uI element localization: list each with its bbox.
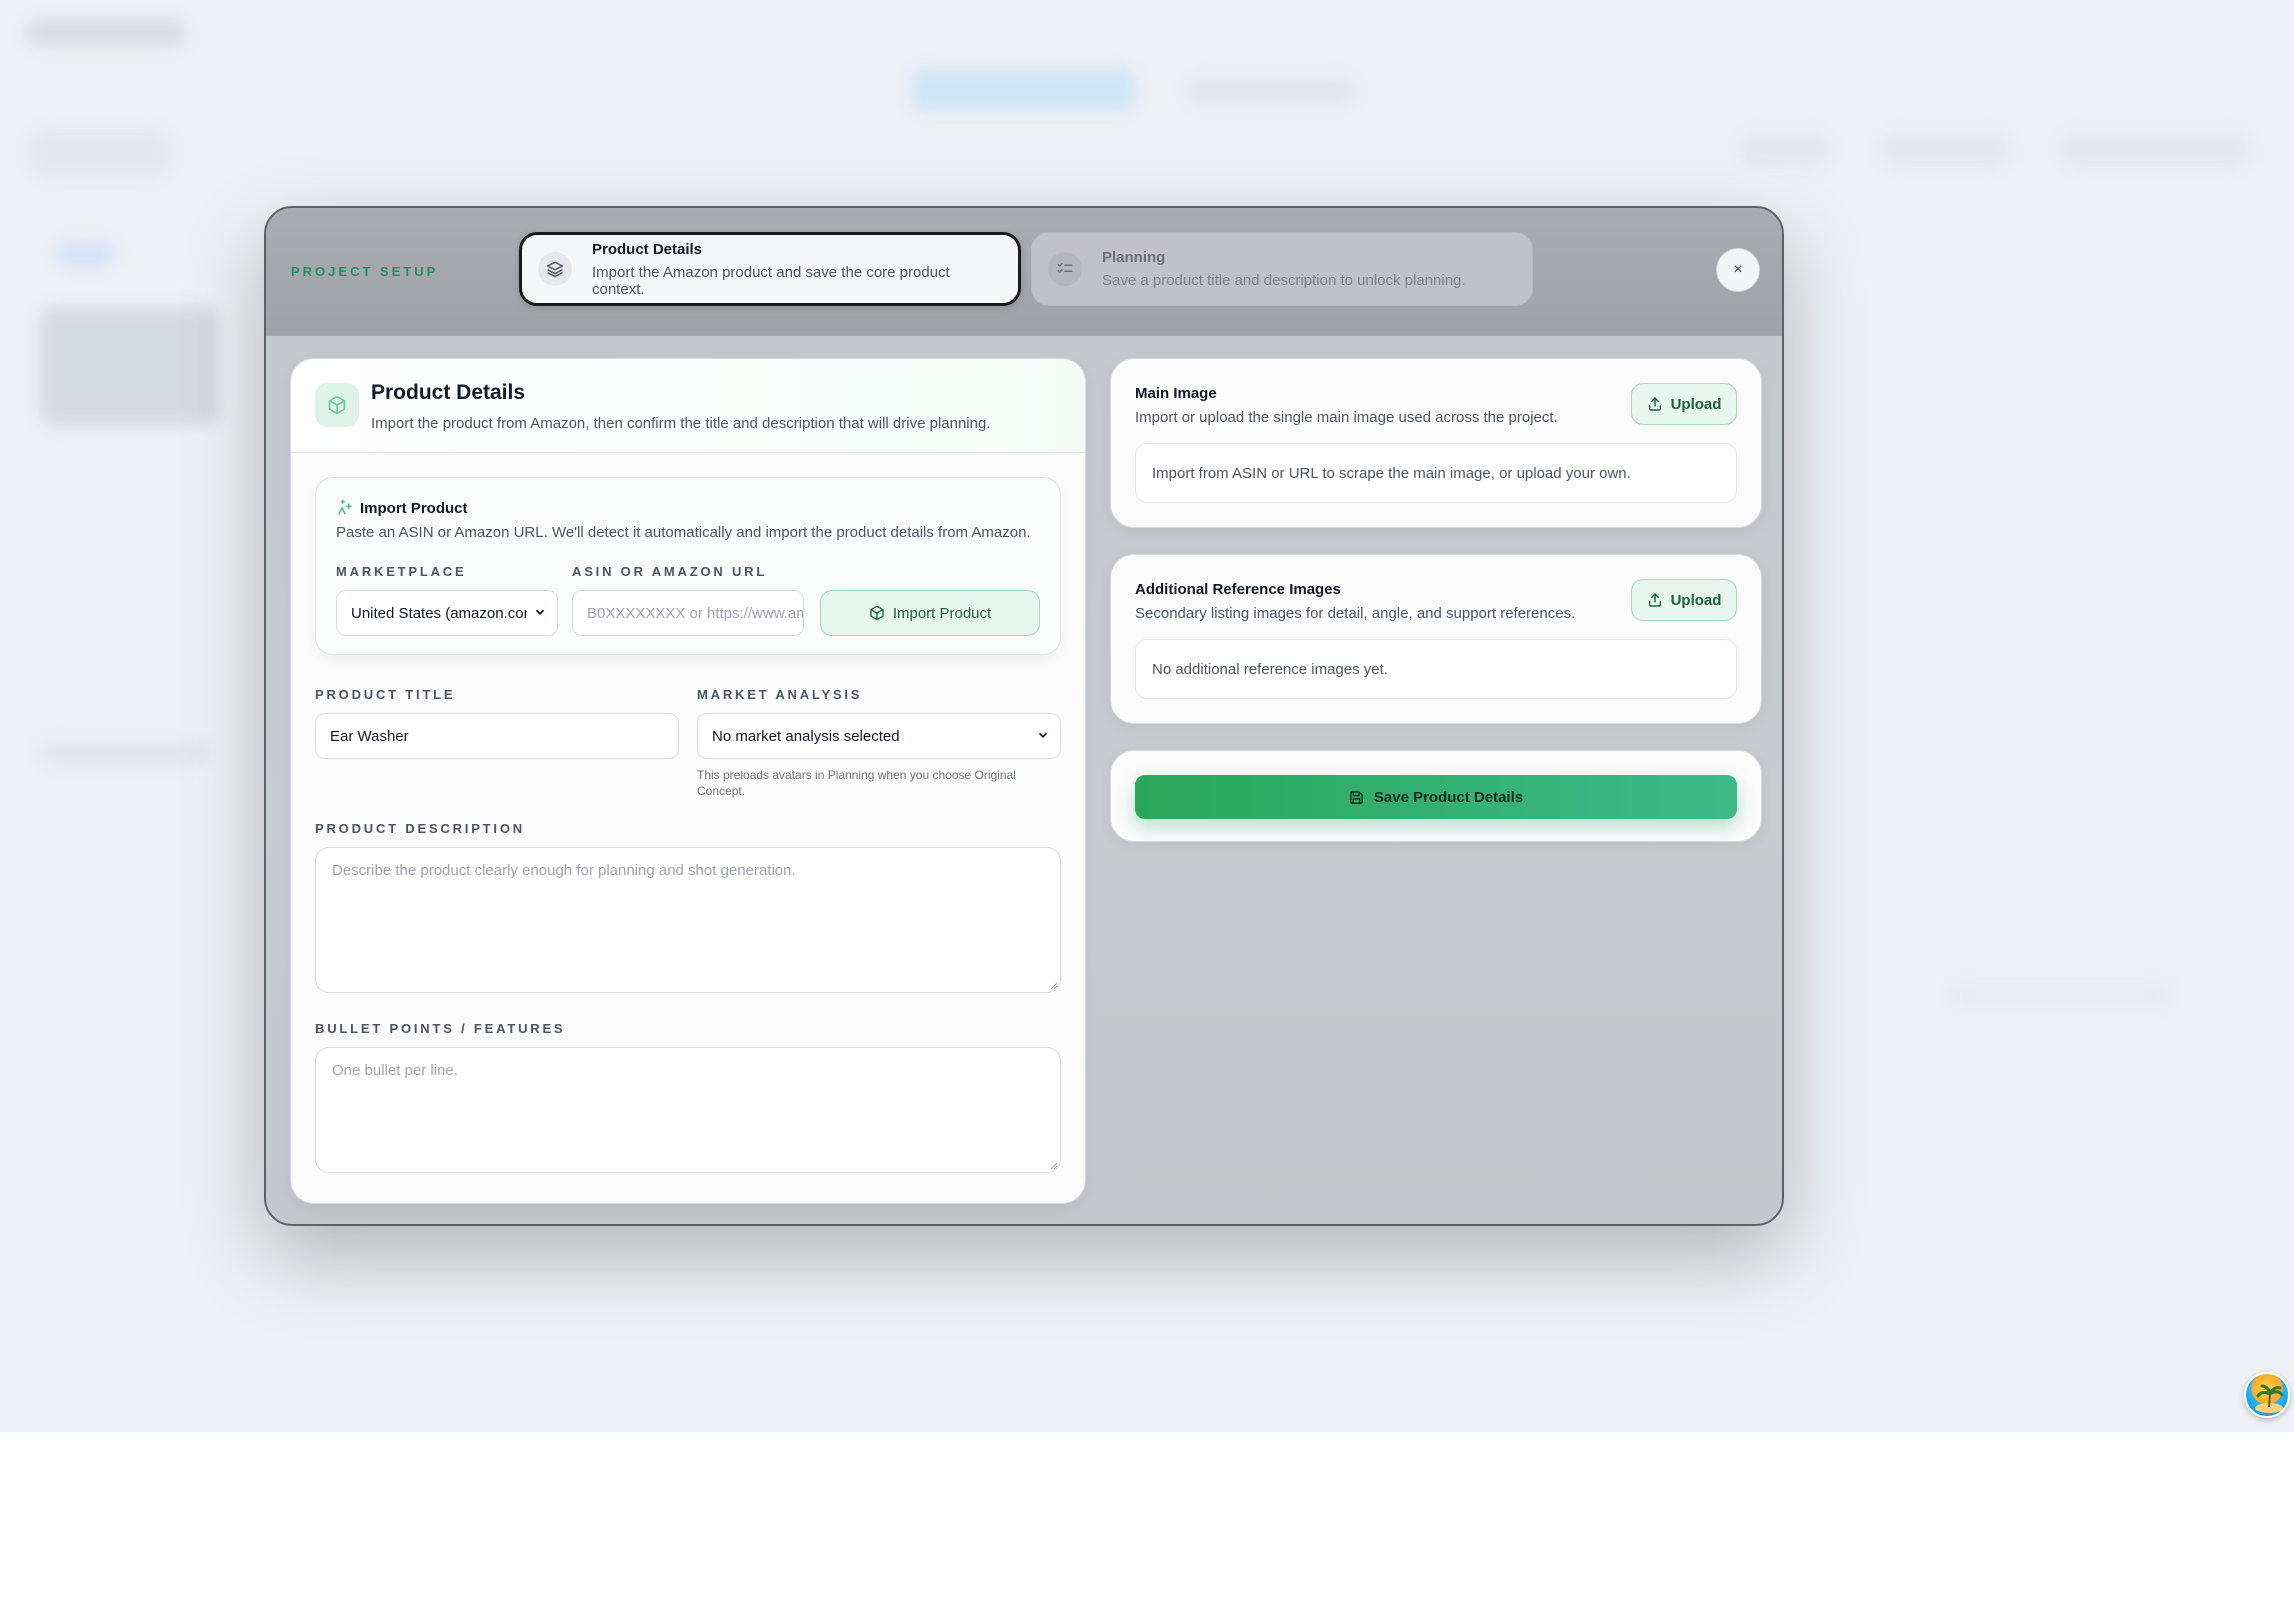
step-planning[interactable]: Planning Save a product title and descri… <box>1031 232 1533 306</box>
bg-line <box>40 740 210 766</box>
import-product-desc: Paste an ASIN or Amazon URL. We'll detec… <box>336 524 1031 541</box>
asin-input[interactable]: B0XXXXXXXX or https://www.amazon.com/... <box>572 590 804 636</box>
import-product-button-label: Import Product <box>892 604 992 622</box>
main-image-desc: Import or upload the single main image u… <box>1135 409 1558 426</box>
product-description-placeholder: Describe the product clearly enough for … <box>332 862 796 879</box>
marketplace-label: MARKETPLACE <box>336 564 467 579</box>
step-desc: Import the Amazon product and save the c… <box>592 263 950 298</box>
reference-images-empty-state: No additional reference images yet. <box>1135 639 1737 699</box>
save-button-label: Save Product Details <box>1373 788 1524 806</box>
product-title-value: Ear Washer <box>330 727 409 745</box>
upload-icon <box>1648 397 1661 411</box>
step-product-details[interactable]: Product Details Import the Amazon produc… <box>519 232 1021 306</box>
product-details-card: Product Details Import the product from … <box>290 358 1086 1204</box>
step-title: Product Details <box>592 240 703 258</box>
product-title-input[interactable]: Ear Washer <box>315 713 679 759</box>
product-description-textarea[interactable]: Describe the product clearly enough for … <box>315 847 1061 993</box>
product-details-desc: Import the product from Amazon, then con… <box>371 415 991 432</box>
product-details-header: Product Details Import the product from … <box>291 359 1085 453</box>
save-card: Save Product Details <box>1110 750 1762 842</box>
assistant-avatar-button[interactable] <box>2244 1372 2290 1418</box>
app-viewport: PROJECT SETUP Product Details Import the… <box>0 0 2294 1432</box>
bullet-points-placeholder: One bullet per line. <box>332 1062 458 1079</box>
bg-chip <box>2060 132 2250 168</box>
asin-placeholder: B0XXXXXXXX or https://www.amazon.com/... <box>587 604 803 622</box>
marketplace-select[interactable]: United States (amazon.com) <box>336 590 558 636</box>
bg-line <box>1950 980 2170 1010</box>
bg-chip <box>1880 132 2010 168</box>
resize-handle-icon[interactable] <box>1048 1160 1058 1170</box>
modal-header: PROJECT SETUP Product Details Import the… <box>266 208 1782 336</box>
reference-images-desc: Secondary listing images for detail, ang… <box>1135 605 1576 622</box>
bullet-points-textarea[interactable]: One bullet per line. <box>315 1047 1061 1173</box>
market-analysis-label: MARKET ANALYSIS <box>697 687 863 702</box>
product-title-label: PRODUCT TITLE <box>315 687 456 702</box>
bg-card <box>40 306 220 426</box>
reference-images-upload-button[interactable]: Upload <box>1631 579 1737 621</box>
save-product-details-button[interactable]: Save Product Details <box>1135 775 1737 819</box>
reference-images-empty-text: No additional reference images yet. <box>1152 660 1388 678</box>
bg-chip <box>1740 132 1830 168</box>
package-icon <box>315 383 359 427</box>
product-description-label: PRODUCT DESCRIPTION <box>315 821 525 836</box>
asin-label: ASIN OR AMAZON URL <box>572 564 768 579</box>
bg-tab-active <box>910 68 1136 112</box>
reference-images-card: Additional Reference Images Secondary li… <box>1110 554 1762 724</box>
marketplace-value: United States (amazon.com) <box>351 604 527 622</box>
project-setup-label: PROJECT SETUP <box>291 264 439 279</box>
step-desc: Save a product title and description to … <box>1102 272 1466 289</box>
close-button[interactable]: × <box>1716 248 1760 292</box>
main-image-card: Main Image Import or upload the single m… <box>1110 358 1762 528</box>
upload-label: Upload <box>1670 395 1722 413</box>
main-image-empty-state: Import from ASIN or URL to scrape the ma… <box>1135 443 1737 503</box>
sparkles-icon <box>336 498 354 521</box>
step-title: Planning <box>1102 249 1166 266</box>
bg-button <box>30 128 170 178</box>
main-image-upload-button[interactable]: Upload <box>1631 383 1737 425</box>
reference-images-title: Additional Reference Images <box>1135 581 1341 598</box>
chevron-down-icon <box>1038 732 1048 738</box>
market-analysis-helper: This preloads avatars in Planning when y… <box>697 768 1016 798</box>
import-product-button[interactable]: Import Product <box>820 590 1040 636</box>
bullet-points-label: BULLET POINTS / FEATURES <box>315 1021 566 1036</box>
bg-tab <box>1186 76 1356 106</box>
package-icon <box>870 605 884 621</box>
upload-label: Upload <box>1670 591 1722 609</box>
project-setup-modal: PROJECT SETUP Product Details Import the… <box>264 206 1784 1226</box>
main-image-title: Main Image <box>1135 385 1217 402</box>
resize-handle-icon[interactable] <box>1048 980 1058 990</box>
import-product-title: Import Product <box>360 500 468 517</box>
market-analysis-select[interactable]: No market analysis selected <box>697 713 1061 759</box>
bg-logo <box>26 18 186 48</box>
layers-icon <box>538 252 572 286</box>
product-details-title: Product Details <box>371 381 526 404</box>
bg-pill <box>56 240 116 268</box>
list-checks-icon <box>1048 252 1082 286</box>
main-image-empty-text: Import from ASIN or URL to scrape the ma… <box>1152 464 1631 482</box>
chevron-down-icon <box>535 609 545 615</box>
market-analysis-value: No market analysis selected <box>712 727 900 745</box>
import-product-panel: Import Product Paste an ASIN or Amazon U… <box>315 477 1061 655</box>
save-icon <box>1350 790 1363 804</box>
upload-icon <box>1648 593 1661 607</box>
